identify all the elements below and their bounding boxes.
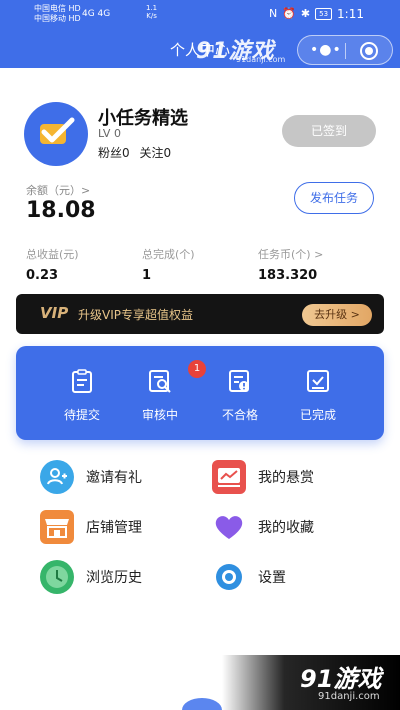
following-count[interactable]: 关注0: [139, 146, 171, 160]
nav-bar: 个人中心 91游戏 91danji.com •●•: [0, 30, 400, 68]
upgrade-button[interactable]: 去升级 >: [302, 304, 372, 326]
fans-count[interactable]: 粉丝0: [98, 146, 130, 160]
more-icon[interactable]: •●•: [310, 43, 342, 57]
capsule-divider: [345, 43, 346, 59]
watermark-url-top: 91danji.com: [236, 55, 286, 64]
miniprogram-capsule: •●•: [297, 35, 393, 65]
menu-item-my-rewards[interactable]: 我的悬赏: [212, 460, 314, 494]
tab-pending-submit[interactable]: 待提交: [52, 368, 112, 423]
check-document-icon: [307, 370, 329, 392]
stat-value: 183.320: [258, 268, 318, 283]
carrier-1: 中国电信 HD: [34, 4, 81, 13]
stat-label: 总收益(元): [26, 248, 79, 261]
reward-icon: [212, 460, 246, 494]
vip-banner[interactable]: VIP 升级VIP专享超值权益 去升级 >: [16, 294, 384, 334]
watermark-url-bottom: 91danji.com: [318, 691, 380, 702]
stat-label: 总完成(个): [142, 248, 195, 261]
alarm-icon: ⏰: [282, 7, 296, 20]
order-label: 审核中: [141, 408, 178, 422]
menu-item-invite[interactable]: 邀请有礼: [40, 460, 142, 494]
stat-value: 0.23: [26, 268, 59, 283]
menu-item-favorites[interactable]: 我的收藏: [212, 510, 314, 544]
menu-item-history[interactable]: 浏览历史: [40, 560, 142, 594]
tab-completed[interactable]: 已完成: [288, 368, 348, 423]
stat-total-completed: 总完成(个) 1: [142, 246, 195, 283]
menu-item-shop-management[interactable]: 店铺管理: [40, 510, 142, 544]
order-label: 已完成: [299, 408, 336, 422]
watermark-logo-bottom: 91游戏: [300, 665, 382, 693]
invite-user-icon: [40, 460, 74, 494]
carrier-info: 中国电信 HD 中国移动 HD: [34, 4, 81, 24]
clipboard-icon: [72, 369, 92, 393]
menu-item-settings[interactable]: 设置: [212, 560, 286, 594]
menu-label: 浏览历史: [86, 570, 142, 586]
gear-icon: [212, 560, 246, 594]
search-document-icon: [149, 370, 171, 393]
vip-promo-text: 升级VIP专享超值权益: [78, 308, 193, 322]
status-bar: 中国电信 HD 中国移动 HD 4G 4G 1.1 K/s N ⏰ ✱ 53 1…: [0, 0, 400, 30]
signal-indicator: 4G 4G: [82, 9, 111, 19]
shop-icon: [40, 510, 74, 544]
vip-badge: VIP: [40, 304, 69, 322]
watermark-bottom: 91游戏 91danji.com: [222, 655, 400, 710]
order-label: 待提交: [63, 408, 100, 422]
heart-icon: [212, 510, 246, 544]
nfc-icon: N: [268, 7, 278, 20]
review-count-badge: 1: [188, 360, 206, 378]
menu-label: 邀请有礼: [86, 470, 142, 486]
publish-task-button[interactable]: 发布任务: [294, 182, 374, 214]
menu-label: 设置: [258, 570, 286, 586]
balance-label[interactable]: 余额（元）>: [26, 182, 90, 198]
network-speed: 1.1 K/s: [146, 4, 157, 20]
order-label: 不合格: [221, 408, 258, 422]
tab-under-review[interactable]: 审核中: [130, 368, 190, 423]
close-target-icon[interactable]: [360, 42, 378, 60]
checkin-button[interactable]: 已签到: [282, 115, 376, 147]
stats-row: 总收益(元) 0.23 总完成(个) 1 任务币(个) > 183.320: [0, 246, 400, 286]
avatar[interactable]: [24, 102, 88, 166]
clock-time: 1:11: [337, 7, 364, 21]
stat-value: 1: [142, 268, 152, 283]
network-speed-unit: K/s: [146, 12, 157, 20]
floating-action-button[interactable]: [182, 698, 222, 710]
stat-total-earnings: 总收益(元) 0.23: [26, 246, 79, 283]
balance-value: 18.08: [26, 198, 96, 223]
bluetooth-icon: ✱: [300, 7, 311, 20]
status-right: N ⏰ ✱ 53 1:11: [269, 8, 364, 20]
stat-label: 任务币(个) >: [258, 248, 324, 261]
stat-task-coins[interactable]: 任务币(个) > 183.320: [258, 246, 323, 283]
menu-label: 我的悬赏: [258, 470, 314, 486]
tab-rejected[interactable]: 不合格: [210, 368, 270, 423]
battery-icon: 53: [315, 8, 333, 20]
user-level: LV 0: [98, 127, 121, 140]
network-speed-value: 1.1: [146, 4, 158, 12]
menu-label: 我的收藏: [258, 520, 314, 536]
clock-icon: [40, 560, 74, 594]
carrier-2: 中国移动 HD: [34, 14, 81, 23]
follow-stats: 粉丝0 关注0: [98, 144, 177, 161]
menu-label: 店铺管理: [86, 520, 142, 536]
task-status-panel: 待提交 审核中 1 不合格 已完成: [16, 346, 384, 440]
checkmark-logo-icon: [40, 117, 75, 144]
warning-document-icon: [229, 370, 249, 392]
